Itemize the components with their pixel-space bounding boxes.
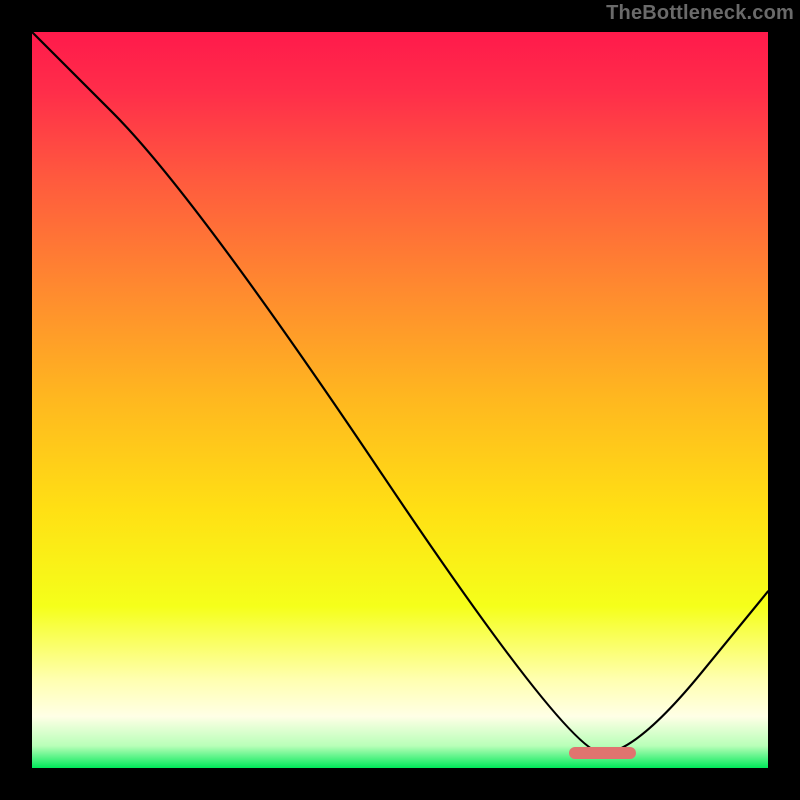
optimal-range-marker xyxy=(569,747,635,759)
plot-area xyxy=(32,32,768,768)
bottleneck-curve xyxy=(32,32,768,768)
chart-canvas: TheBottleneck.com xyxy=(0,0,800,800)
watermark-text: TheBottleneck.com xyxy=(606,2,794,25)
